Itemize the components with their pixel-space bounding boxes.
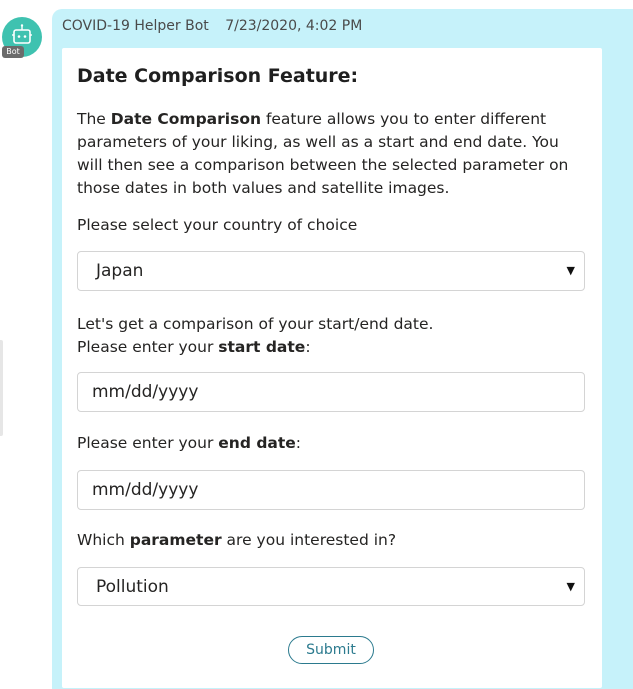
country-label: Please select your country of choice xyxy=(77,216,358,234)
panel-edge-handle[interactable] xyxy=(0,340,3,436)
parameter-label: Which parameter are you interested in? xyxy=(77,529,396,552)
parameter-label-text: Which xyxy=(77,531,130,549)
start-date-field xyxy=(77,372,585,412)
chevron-down-icon: ▼ xyxy=(566,264,575,277)
compare-intro: Let's get a comparison of your start/end… xyxy=(77,315,434,333)
start-date-input[interactable] xyxy=(78,373,584,411)
message-timestamp: 7/23/2020, 4:02 PM xyxy=(225,18,363,34)
message-header: COVID-19 Helper Bot 7/23/2020, 4:02 PM xyxy=(62,18,362,34)
adaptive-card: Date Comparison Feature: The Date Compar… xyxy=(62,48,602,688)
chevron-down-icon: ▼ xyxy=(566,580,575,593)
submit-button[interactable]: Submit xyxy=(288,636,374,664)
parameter-label-bold: parameter xyxy=(129,531,222,549)
end-date-field xyxy=(77,470,585,510)
end-date-label-bold: end date xyxy=(218,434,296,452)
end-date-label: Please enter your end date: xyxy=(77,432,301,455)
card-title: Date Comparison Feature: xyxy=(77,65,359,87)
parameter-label-rest: are you interested in? xyxy=(221,531,397,549)
avatar-badge: Bot xyxy=(2,46,24,58)
description-bold: Date Comparison xyxy=(110,110,262,128)
end-date-label-text: Please enter your xyxy=(77,434,219,452)
start-date-label-text: Please enter your xyxy=(77,338,219,356)
end-date-input[interactable] xyxy=(78,471,584,509)
start-date-label-bold: start date xyxy=(218,338,306,356)
parameter-selected-value: Pollution xyxy=(96,577,169,597)
country-selected-value: Japan xyxy=(96,261,144,281)
start-date-label: Please enter your start date: xyxy=(77,336,311,359)
end-date-label-colon: : xyxy=(295,434,302,452)
start-date-label-colon: : xyxy=(305,338,311,356)
country-select[interactable]: Japan ▼ xyxy=(77,251,585,291)
parameter-select[interactable]: Pollution ▼ xyxy=(77,567,585,606)
feature-description: The Date Comparison feature allows you t… xyxy=(77,108,585,200)
description-text: The xyxy=(77,110,111,128)
sender-name: COVID-19 Helper Bot xyxy=(62,18,209,34)
